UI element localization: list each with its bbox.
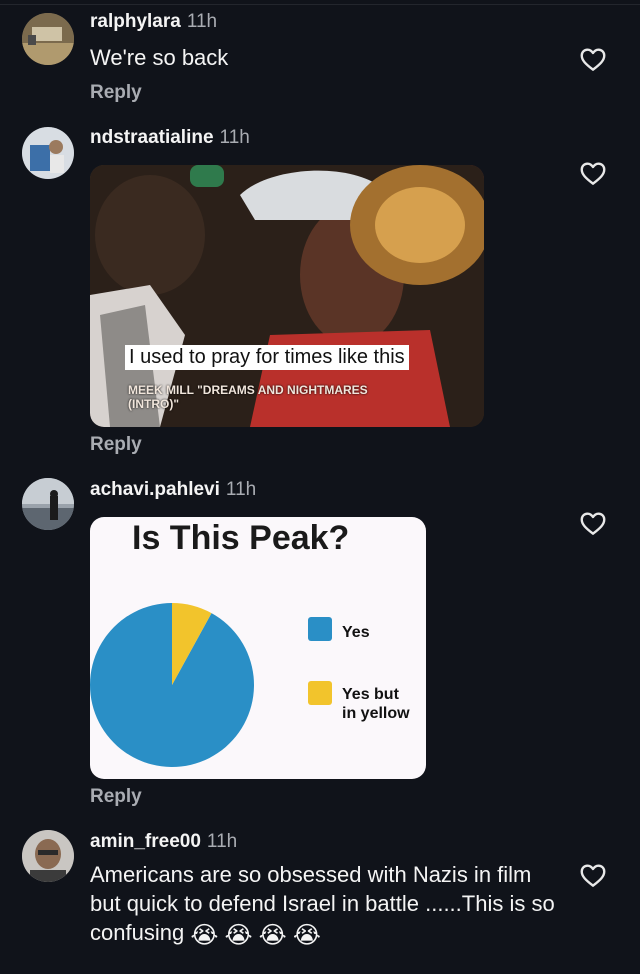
- comment-text: We're so back: [90, 45, 229, 70]
- top-divider: [0, 4, 640, 5]
- pie-chart: [90, 603, 254, 767]
- loudly-crying-emoji-icon: 😭: [258, 922, 287, 949]
- reply-button[interactable]: Reply: [90, 434, 142, 456]
- reply-button[interactable]: Reply: [90, 82, 142, 104]
- legend-swatch-yes: [308, 617, 332, 641]
- timestamp: 11h: [206, 831, 238, 852]
- comment-meta: achavi.pahlevi 11h: [90, 479, 256, 501]
- like-heart-icon[interactable]: [578, 508, 608, 538]
- comment-meta: ralphylara 11h: [90, 11, 217, 33]
- meme-credit: MEEK MILL "DREAMS AND NIGHTMARES (INTRO)…: [128, 383, 368, 411]
- comment-text-body: Americans are so obsessed with Nazis in …: [90, 862, 555, 945]
- like-heart-icon[interactable]: [578, 860, 608, 890]
- timestamp: 11h: [219, 127, 250, 148]
- legend-label-yes: Yes: [342, 624, 370, 641]
- pie-chart-image[interactable]: Is This Peak? Yes Yes but in yellow: [90, 517, 426, 779]
- comment-text: Americans are so obsessed with Nazis in …: [90, 860, 560, 949]
- meme-caption: I used to pray for times like this: [125, 345, 409, 370]
- username[interactable]: amin_free00: [90, 831, 201, 852]
- legend-label-yellow: Yes but in yellow: [342, 686, 410, 722]
- avatar[interactable]: [22, 13, 74, 65]
- comment-meta: ndstraatialine 11h: [90, 127, 250, 149]
- comment-meta: amin_free00 11h: [90, 831, 237, 853]
- reply-button[interactable]: Reply: [90, 786, 142, 808]
- username[interactable]: ralphylara: [90, 11, 181, 32]
- avatar[interactable]: [22, 830, 74, 882]
- username[interactable]: achavi.pahlevi: [90, 479, 220, 500]
- like-heart-icon[interactable]: [578, 158, 608, 188]
- loudly-crying-emoji-icon: 😭: [190, 922, 219, 949]
- timestamp: 11h: [186, 11, 218, 32]
- timestamp: 11h: [225, 479, 257, 500]
- loudly-crying-emoji-icon: 😭: [224, 922, 253, 949]
- username[interactable]: ndstraatialine: [90, 127, 214, 148]
- loudly-crying-emoji-icon: 😭: [292, 922, 321, 949]
- avatar[interactable]: [22, 478, 74, 530]
- meme-image[interactable]: I used to pray for times like this MEEK …: [90, 165, 484, 427]
- avatar[interactable]: [22, 127, 74, 179]
- like-heart-icon[interactable]: [578, 44, 608, 74]
- legend-swatch-yellow: [308, 681, 332, 705]
